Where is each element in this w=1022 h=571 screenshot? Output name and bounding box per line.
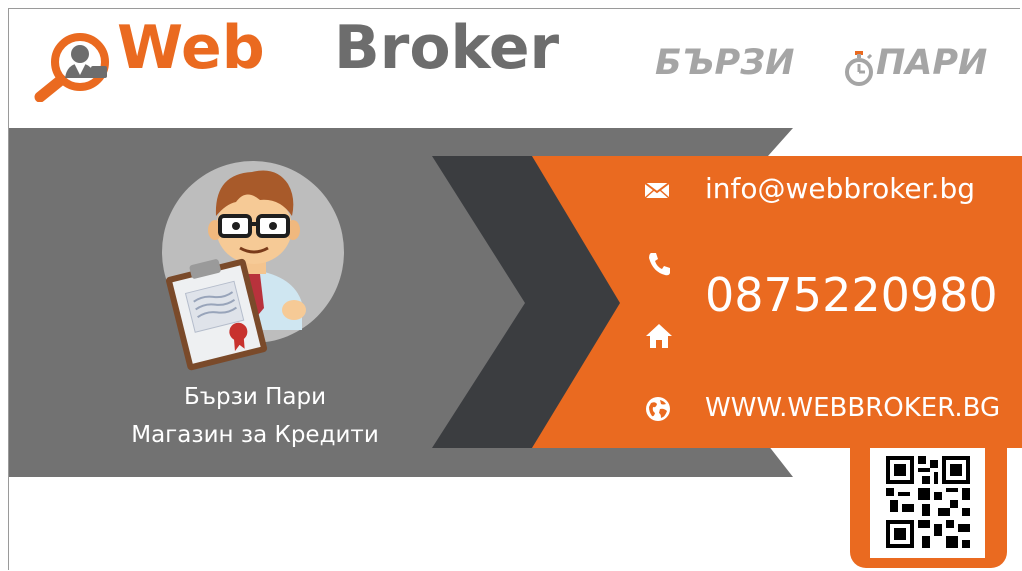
caption-line-1: Бързи Пари [183, 384, 327, 410]
envelope-icon [644, 182, 670, 199]
home-icon [646, 324, 672, 348]
email-address[interactable]: info@webbroker.bg [705, 175, 975, 203]
slogan-left-text: БЪРЗИ [655, 43, 795, 83]
magnifier-person-icon [34, 33, 109, 102]
phone-icon [649, 253, 670, 276]
qr-code-icon [886, 456, 970, 548]
brand-web-text: Web [117, 13, 265, 83]
slogan-right-text: ПАРИ [876, 43, 988, 83]
mascot-broker-illustration [165, 170, 306, 371]
website-url[interactable]: WWW.WEBBROKER.BG [705, 395, 1000, 421]
brand-broker-text: Broker [334, 13, 560, 83]
globe-icon [646, 397, 670, 421]
stopwatch-icon [845, 51, 873, 86]
caption-line-2: Магазин за Кредити [131, 422, 379, 448]
phone-number[interactable]: 0875220980 [705, 272, 998, 318]
business-card: Web Broker БЪРЗИ ПАРИ Бързи Пари Магазин… [0, 0, 1022, 571]
